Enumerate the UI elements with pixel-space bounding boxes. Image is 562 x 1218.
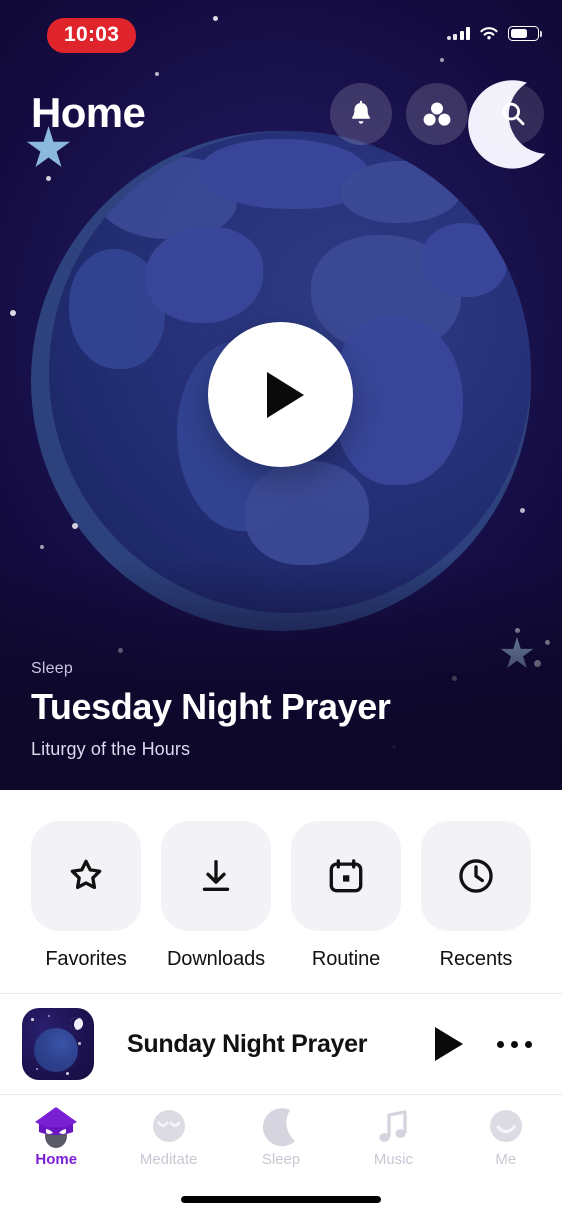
now-playing-title: Sunday Night Prayer [127, 1029, 368, 1058]
crescent-moon-icon [261, 1104, 301, 1150]
quick-action-label: Favorites [45, 948, 127, 970]
quick-action-card [421, 821, 531, 931]
track-thumbnail [22, 1008, 94, 1080]
quick-action-label: Downloads [166, 948, 266, 970]
tab-label: Me [495, 1151, 517, 1168]
track-title: Tuesday Night Prayer [31, 686, 391, 728]
battery-icon [508, 26, 542, 41]
track-subtitle: Liturgy of the Hours [31, 739, 191, 759]
now-playing-play-button[interactable] [435, 1027, 463, 1061]
app-screen: 10:03 Home Sleep Tuesday Night Prayer Li… [0, 0, 562, 1218]
now-playing-more-button[interactable] [497, 1040, 532, 1048]
play-icon [266, 371, 304, 418]
quick-action-label: Recents [439, 948, 513, 970]
page-title: Home [31, 89, 146, 136]
decorative-star [500, 637, 534, 668]
star-icon [70, 859, 102, 890]
search-icon [502, 102, 525, 126]
wifi-icon [480, 27, 498, 40]
cellular-signal-icon [446, 27, 470, 40]
thumbnail-moon [70, 1017, 83, 1030]
status-bar: 10:03 [0, 0, 562, 62]
status-time: 10:03 [47, 18, 137, 53]
tab-label: Music [373, 1151, 413, 1168]
smiling-face-icon [485, 1104, 527, 1150]
meditating-face-icon [148, 1104, 190, 1150]
quick-action-recents[interactable]: Recents [421, 821, 531, 993]
hero-track-info: Sleep Tuesday Night Prayer Liturgy of th… [31, 660, 391, 760]
tab-music[interactable]: Music [337, 1095, 449, 1180]
quick-actions-row: Favorites Downloads Routine Recents [0, 790, 562, 993]
quick-action-label: Routine [311, 948, 381, 970]
clock-icon [459, 859, 493, 893]
track-category: Sleep [31, 660, 73, 678]
download-icon [202, 859, 230, 891]
tab-sleep[interactable]: Sleep [225, 1095, 337, 1180]
now-playing-row[interactable]: Sunday Night Prayer [0, 993, 562, 1095]
quick-action-card [31, 821, 141, 931]
quick-action-card [161, 821, 271, 931]
tab-me[interactable]: Me [450, 1095, 562, 1180]
home-character-icon [33, 1104, 79, 1150]
tab-meditate[interactable]: Meditate [112, 1095, 224, 1180]
hero-section: 10:03 Home Sleep Tuesday Night Prayer Li… [0, 0, 562, 790]
community-button[interactable] [406, 83, 468, 145]
bell-icon [351, 100, 371, 124]
tab-label: Meditate [139, 1151, 198, 1168]
quick-action-downloads[interactable]: Downloads [161, 821, 271, 993]
calendar-icon [329, 859, 363, 893]
home-indicator [181, 1196, 381, 1203]
quick-action-card [291, 821, 401, 931]
three-circles-icon [423, 102, 451, 126]
search-button[interactable] [468, 80, 546, 169]
thumbnail-planet [34, 1028, 78, 1072]
bottom-tab-bar: Home Meditate Sleep Music Me [0, 1095, 562, 1180]
music-note-icon [373, 1104, 413, 1150]
tab-label: Sleep [261, 1151, 301, 1168]
hero-play-button[interactable] [208, 322, 353, 467]
notifications-button[interactable] [330, 83, 392, 145]
quick-action-routine[interactable]: Routine [291, 821, 401, 993]
tab-home[interactable]: Home [0, 1095, 112, 1180]
header-actions [330, 80, 546, 169]
quick-action-favorites[interactable]: Favorites [31, 821, 141, 993]
tab-label: Home [35, 1151, 78, 1168]
